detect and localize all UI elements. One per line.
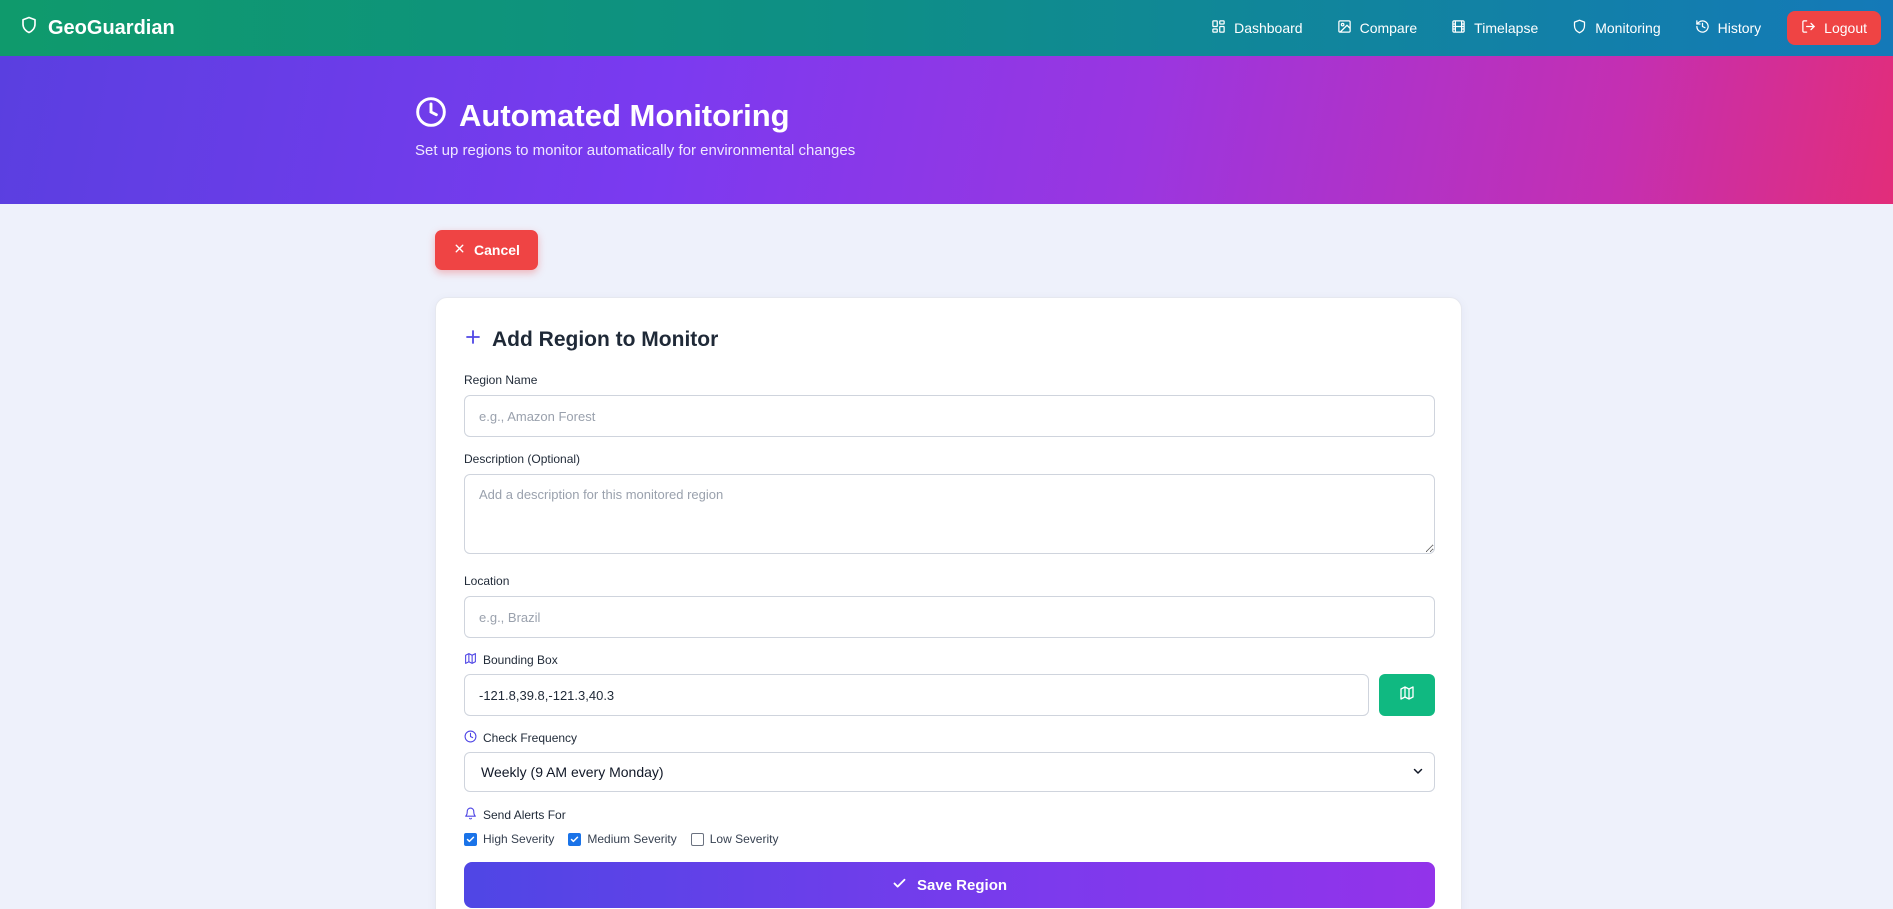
- history-icon: [1695, 19, 1710, 37]
- bounding-box-label: Bounding Box: [464, 652, 558, 668]
- medium-severity-checkbox[interactable]: [568, 832, 582, 846]
- nav-compare-label: Compare: [1359, 20, 1418, 36]
- page-title: Automated Monitoring: [415, 96, 790, 136]
- location-label: Location: [464, 574, 510, 588]
- chevron-down-icon: [1412, 764, 1424, 780]
- close-icon: [453, 242, 466, 258]
- card-title: Add Region to Monitor: [464, 328, 718, 352]
- clock-icon: [415, 96, 447, 136]
- high-severity-option[interactable]: High Severity: [464, 832, 554, 846]
- description-textarea[interactable]: [464, 474, 1435, 554]
- nav-timelapse[interactable]: Timelapse: [1437, 11, 1552, 45]
- save-region-label: Save Region: [916, 876, 1008, 894]
- low-severity-option[interactable]: Low Severity: [690, 832, 779, 846]
- page-hero: Automated Monitoring Set up regions to m…: [0, 56, 1893, 204]
- low-severity-checkbox[interactable]: [690, 832, 704, 846]
- medium-severity-label: Medium Severity: [587, 832, 677, 846]
- send-alerts-label-text: Send Alerts For: [483, 808, 566, 822]
- cancel-label: Cancel: [474, 242, 520, 258]
- shield-icon: [1572, 19, 1587, 37]
- description-label: Description (Optional): [464, 452, 581, 466]
- film-icon: [1451, 19, 1466, 37]
- nav-timelapse-label: Timelapse: [1474, 20, 1539, 36]
- nav-dashboard-label: Dashboard: [1234, 20, 1303, 36]
- nav-history[interactable]: History: [1681, 11, 1776, 45]
- brand[interactable]: GeoGuardian: [20, 16, 175, 40]
- nav-monitoring-label: Monitoring: [1595, 20, 1661, 36]
- logout-label: Logout: [1824, 20, 1867, 36]
- send-alerts-label: Send Alerts For: [464, 807, 566, 823]
- cancel-button[interactable]: Cancel: [435, 230, 538, 270]
- high-severity-checkbox[interactable]: [464, 832, 477, 846]
- check-frequency-label-text: Check Frequency: [483, 731, 578, 745]
- page-title-text: Automated Monitoring: [459, 98, 790, 133]
- map-icon: [1399, 685, 1415, 706]
- check-frequency-select[interactable]: Weekly (9 AM every Monday): [464, 752, 1435, 792]
- nav-history-label: History: [1717, 20, 1762, 36]
- nav-monitoring[interactable]: Monitoring: [1558, 11, 1674, 45]
- nav-compare[interactable]: Compare: [1323, 11, 1432, 45]
- alert-severity-options: High Severity Medium Severity Low Severi…: [464, 832, 778, 846]
- bounding-box-input[interactable]: [464, 674, 1369, 716]
- map-icon: [464, 652, 477, 668]
- check-frequency-label: Check Frequency: [464, 730, 577, 746]
- medium-severity-option[interactable]: Medium Severity: [568, 832, 677, 846]
- high-severity-label: High Severity: [483, 832, 555, 846]
- bell-icon: [464, 807, 477, 823]
- region-name-label: Region Name: [464, 373, 538, 387]
- card-title-text: Add Region to Monitor: [492, 328, 719, 351]
- select-on-map-button[interactable]: [1379, 674, 1435, 716]
- logout-icon: [1801, 19, 1816, 37]
- region-name-input[interactable]: [464, 395, 1435, 437]
- check-frequency-value: Weekly (9 AM every Monday): [481, 764, 664, 780]
- shield-logo-icon: [20, 16, 38, 40]
- logout-button[interactable]: Logout: [1787, 11, 1881, 45]
- location-input[interactable]: [464, 596, 1435, 638]
- low-severity-label: Low Severity: [709, 832, 779, 846]
- check-icon: [892, 876, 907, 895]
- page-subtitle: Set up regions to monitor automatically …: [415, 142, 856, 159]
- nav-links: Dashboard Compare Timelapse Monitoring H…: [1197, 11, 1881, 45]
- top-navbar: GeoGuardian Dashboard Compare Timelapse …: [0, 0, 1893, 56]
- brand-name: GeoGuardian: [48, 16, 175, 39]
- save-region-button[interactable]: Save Region: [464, 862, 1435, 908]
- clock-icon: [464, 730, 477, 746]
- nav-dashboard[interactable]: Dashboard: [1197, 11, 1317, 45]
- plus-icon: [464, 328, 482, 352]
- bounding-box-label-text: Bounding Box: [483, 653, 558, 667]
- image-icon: [1337, 19, 1352, 37]
- add-region-card: Add Region to Monitor Region Name Descri…: [435, 297, 1462, 909]
- dashboard-icon: [1211, 19, 1226, 37]
